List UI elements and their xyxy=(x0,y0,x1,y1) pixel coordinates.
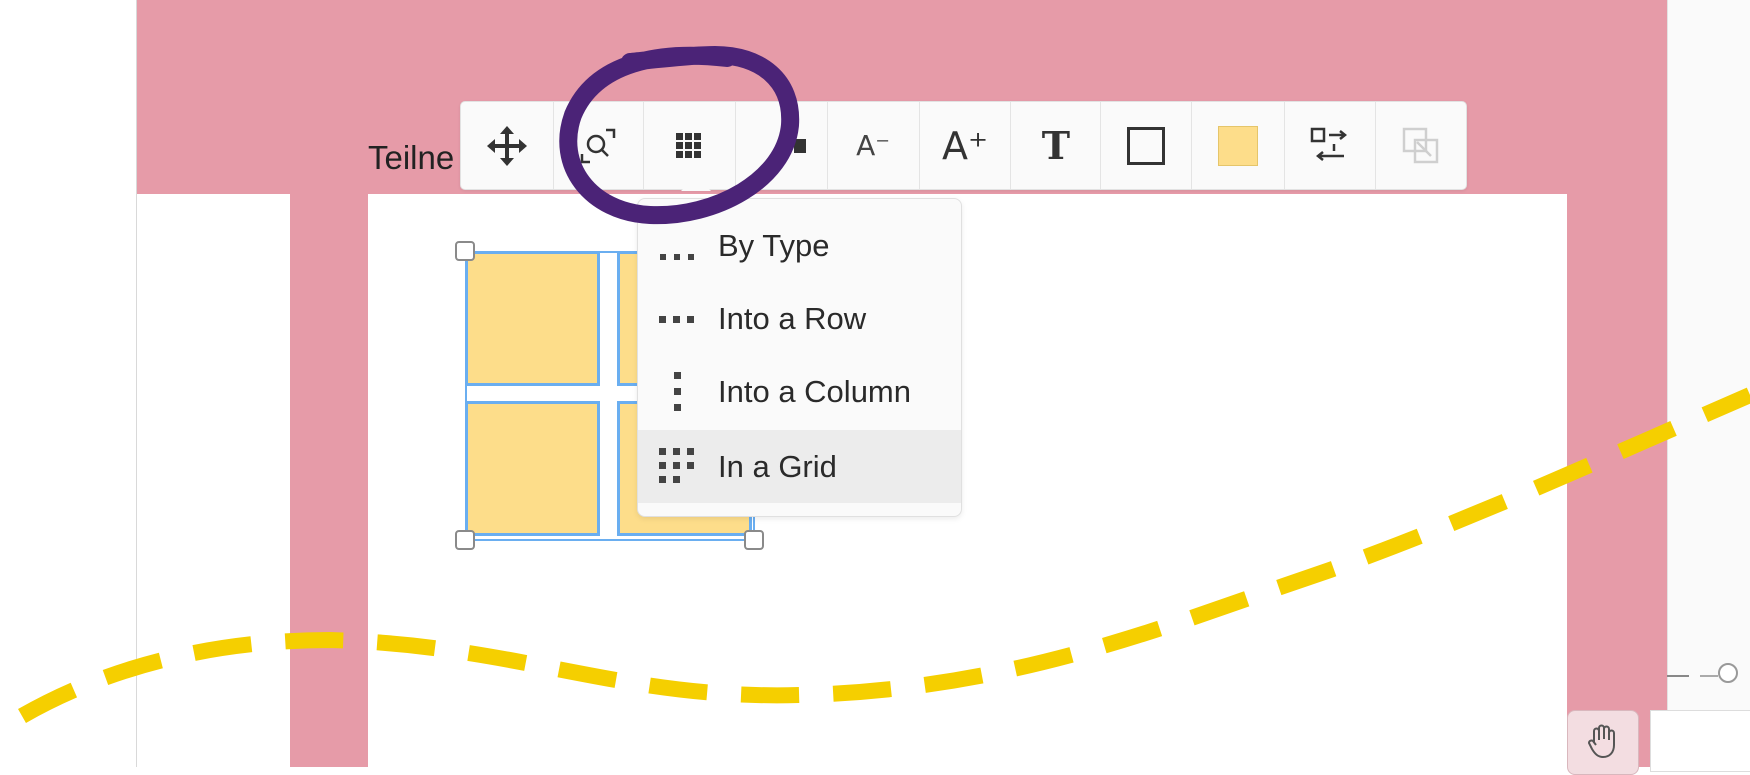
annotation-circle xyxy=(559,45,800,225)
annotation-overlay xyxy=(18,45,1750,723)
annotation-dashed-curve xyxy=(18,387,1750,723)
